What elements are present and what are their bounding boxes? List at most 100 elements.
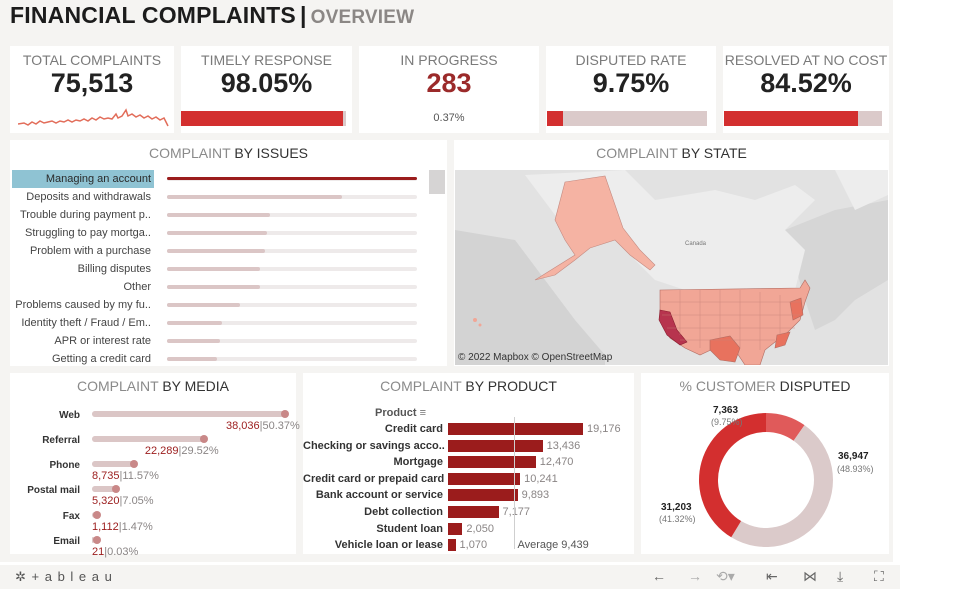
media-row[interactable]: Postal mail 5,320|7.05% [10,485,300,510]
product-row[interactable]: Debt collection 7,177 [303,504,633,521]
product-sort-header[interactable]: Product ≡ [375,407,426,419]
map-label-canada: Canada [685,241,707,247]
issue-row[interactable]: Other [10,278,440,296]
product-label: Student loan [376,522,443,535]
donut-segment[interactable] [699,413,766,538]
media-row[interactable]: Phone 8,735|11.57% [10,460,300,485]
media-label: Referral [42,435,80,446]
issue-row[interactable]: Struggling to pay mortga.. [10,224,440,242]
us-state-map[interactable]: Canada © 2022 Mapbox © OpenStreetMap [455,170,888,365]
fullscreen-icon[interactable]: ⛶ [874,568,884,585]
kpi-timely-response[interactable]: TIMELY RESPONSE 98.05% [181,46,352,133]
issue-label: Other [123,281,151,293]
kpi-label: TOTAL COMPLAINTS [22,52,162,68]
kpi-value: 75,513 [50,68,134,98]
title-prefix: COMPLAINT [149,145,231,161]
media-row[interactable]: Referral 22,289|29.52% [10,435,300,460]
kpi-total-complaints[interactable]: TOTAL COMPLAINTS 75,513 [10,46,174,133]
media-row[interactable]: Fax 1,112|1.47% [10,511,300,536]
product-label: Vehicle loan or lease [334,539,443,552]
product-row[interactable]: Checking or savings acco.. 13,436 [303,438,633,455]
media-pct: 11.57% [122,470,159,482]
media-dot [112,485,121,493]
panel-title: COMPLAINT BY STATE [454,145,889,161]
product-label: Mortgage [393,456,444,469]
issues-scrollbar[interactable] [429,170,445,194]
media-value: 22,289|29.52% [145,445,219,457]
issue-bar [167,339,220,343]
title-suffix: BY STATE [681,145,747,161]
product-row[interactable]: Credit card or prepaid card 10,241 [303,471,633,488]
panel-complaint-by-media: COMPLAINT BY MEDIA Web 38,036|50.37% Refer… [10,373,300,558]
kpi-disputed-rate[interactable]: DISPUTED RATE 9.75% [546,46,716,133]
issue-row[interactable]: APR or interest rate [10,332,440,350]
issues-list: Managing an account Deposits and withdraw… [10,170,440,366]
kpi-resolved-no-cost[interactable]: RESOLVED AT NO COST 84.52% [723,46,889,133]
panel-title: COMPLAINT BY PRODUCT [303,378,634,394]
kpi-value: 84.52% [760,68,852,98]
issue-label: APR or interest rate [54,335,151,347]
tableau-logo[interactable]: ✲ + a b l e a u [15,569,113,585]
media-list: Web 38,036|50.37% Referral 22,289|29.52% Pho… [10,410,300,558]
revert-icon[interactable]: ⟲▾ [716,568,735,585]
issue-row[interactable]: Identity theft / Fraud / Em.. [10,314,440,332]
average-reference-line [514,417,516,549]
disputed-donut-chart[interactable] [693,407,839,553]
media-row[interactable]: Email 21|0.03% [10,536,300,561]
media-pct: 0.03% [107,546,139,558]
product-row[interactable]: Credit card 19,176 [303,421,633,438]
media-value: 5,320|7.05% [92,495,154,507]
media-label: Email [53,536,80,547]
redo-icon[interactable]: → [688,568,702,584]
media-dot [199,435,208,443]
product-label: Credit card [384,423,443,435]
panel-customer-disputed: % CUSTOMER DISPUTED 7,363 (9.75%) 36,947… [641,373,889,554]
issue-row[interactable]: Billing disputes [10,260,440,278]
kpi-in-progress[interactable]: IN PROGRESS 283 0.37% [359,46,539,133]
title-text: FINANCIAL COMPLAINTS [10,2,296,28]
panel-complaint-by-product: COMPLAINT BY PRODUCT Product ≡ Credit ca… [303,373,634,554]
media-pct: 1.47% [121,521,153,533]
title-subtitle: OVERVIEW [310,7,415,28]
issue-row[interactable]: Managing an account [10,170,440,188]
product-bar [448,539,456,552]
issue-row[interactable]: Problems caused by my fu.. [10,296,440,314]
reset-icon[interactable]: ⇤ [766,568,778,585]
map-attribution[interactable]: © 2022 Mapbox © OpenStreetMap [458,352,613,363]
issue-row[interactable]: Trouble during payment p.. [10,206,440,224]
title-prefix: COMPLAINT [380,378,462,394]
panel-title: COMPLAINT BY MEDIA [10,378,296,394]
media-track [92,410,289,418]
product-row[interactable]: Student loan 2,050 [303,521,633,538]
product-row[interactable]: Bank account or service 9,893 [303,487,633,504]
disputed-progress-track [547,111,707,126]
download-icon[interactable]: ⤓ [837,568,843,585]
issue-track [167,267,417,271]
kpi-label: DISPUTED RATE [575,52,687,68]
product-bar [448,472,521,485]
product-value: 1,070 [459,539,488,552]
title-suffix: BY ISSUES [234,145,308,161]
kpi-subvalue: 0.37% [433,112,465,124]
media-row[interactable]: Web 38,036|50.37% [10,410,300,435]
issue-row[interactable]: Deposits and withdrawals [10,188,440,206]
product-bar [448,522,463,535]
media-pct: 7.05% [122,495,154,507]
issue-row[interactable]: Getting a credit card [10,350,440,368]
segment-count: 7,363 [713,405,739,416]
panel-title: % CUSTOMER DISPUTED [641,378,889,394]
kpi-value: 9.75% [592,68,670,98]
sort-icon[interactable]: ≡ [420,407,426,419]
issue-bar [167,267,260,271]
title-suffix: BY PRODUCT [465,378,557,394]
donut-segment[interactable] [731,425,833,547]
share-icon[interactable]: ⋈ [803,568,817,585]
media-count: 38,036 [226,420,260,432]
issue-row[interactable]: Problem with a purchase [10,242,440,260]
product-label: Checking or savings acco.. [303,439,445,452]
media-label: Postal mail [27,485,80,496]
product-row[interactable]: Mortgage 12,470 [303,454,633,471]
kpi-label: RESOLVED AT NO COST [724,52,888,68]
media-count: 8,735 [92,470,120,482]
undo-icon[interactable]: ← [652,568,666,584]
